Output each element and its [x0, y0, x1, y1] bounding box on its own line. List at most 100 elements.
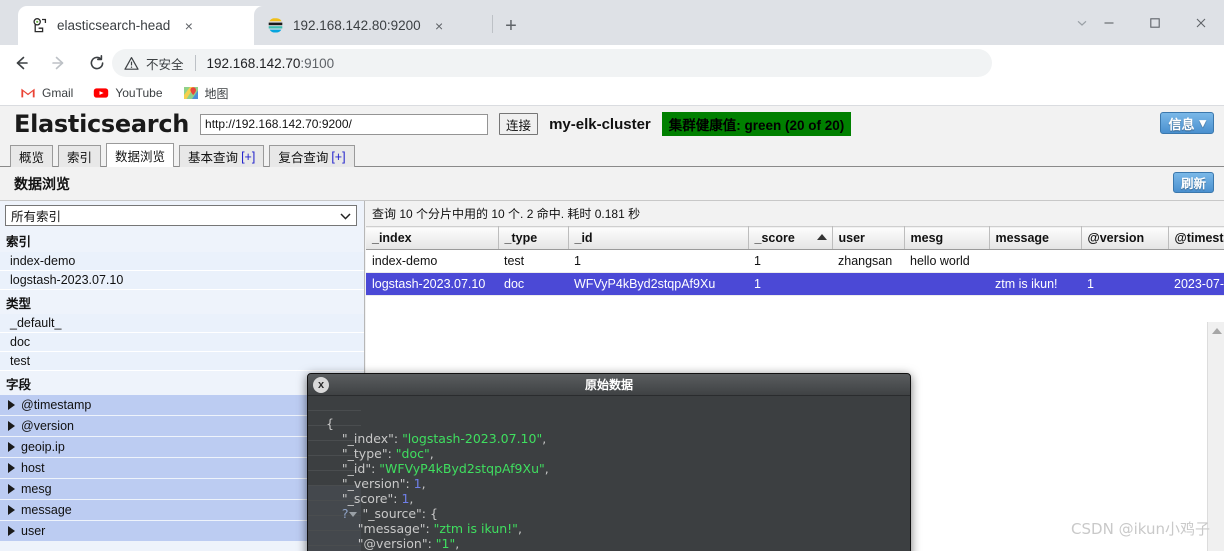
tab-label: 数据浏览 [115, 150, 166, 164]
browser-tab-0[interactable]: elasticsearch-head × [18, 6, 270, 45]
field-label: @version [21, 419, 74, 433]
bookmark-gmail[interactable]: Gmail [12, 83, 81, 103]
security-status-label: 不安全 [146, 57, 184, 72]
tab-separator [492, 15, 493, 33]
scroll-up-arrow-icon[interactable] [1208, 322, 1224, 339]
maximize-icon[interactable] [1132, 0, 1178, 45]
cell-type: doc [498, 272, 568, 296]
info-button-label: 信息 [1168, 116, 1195, 132]
close-icon[interactable] [1178, 0, 1224, 45]
cell-user [832, 272, 904, 296]
section-bar: 数据浏览 刷新 [0, 167, 1224, 201]
connect-button[interactable]: 连接 [499, 113, 539, 135]
col-header-index[interactable]: _index [366, 226, 499, 250]
bookmark-label-gmail: Gmail [42, 86, 74, 100]
elasticsearch-head-icon [31, 17, 48, 34]
expand-triangle-icon[interactable] [8, 463, 15, 473]
json-viewer[interactable]: { "_index": "logstash-2023.07.10", "_typ… [308, 416, 910, 551]
tab-label: 索引 [67, 151, 93, 165]
browser-tab-1[interactable]: 192.168.142.80:9200 × [254, 6, 492, 45]
json-line: "_version": 1, [341, 476, 426, 491]
close-icon[interactable]: x [313, 377, 329, 393]
index-select[interactable]: 所有索引 [5, 205, 357, 226]
back-arrow-icon[interactable] [4, 46, 38, 80]
table-row[interactable]: index-demo test 1 1 zhangsan hello world [366, 249, 1224, 273]
json-line: ? "_source": { [341, 506, 438, 521]
expand-triangle-icon[interactable] [8, 526, 15, 536]
dialog-title-bar[interactable]: x 原始数据 [308, 374, 910, 396]
cell-id: 1 [568, 249, 748, 273]
minimize-icon[interactable] [1086, 0, 1132, 45]
expand-triangle-icon[interactable] [8, 421, 15, 431]
warning-triangle-icon [124, 56, 139, 71]
refresh-button[interactable]: 刷新 [1172, 172, 1214, 193]
screenshot-root: elasticsearch-head × 192.168.142.80:9200… [0, 0, 1224, 551]
tab-basic-query[interactable]: 基本查询 [+] [179, 145, 265, 167]
elasticsearch-head-app: Elasticsearch http://192.168.142.70:9200… [0, 106, 1224, 551]
col-header-mesg[interactable]: mesg [904, 226, 990, 250]
col-header-id[interactable]: _id [568, 226, 749, 250]
sidebar-index-item[interactable]: logstash-2023.07.10 [0, 271, 364, 290]
field-label: host [21, 461, 45, 475]
tab-close-icon-1[interactable]: × [430, 16, 449, 35]
browser-tab-title-1: 192.168.142.80:9200 [293, 18, 421, 33]
col-header-timestamp[interactable]: @timestamp [1168, 226, 1224, 250]
expand-plus[interactable]: [+] [241, 150, 255, 164]
watermark: CSDN @ikun小鸡子 [1071, 520, 1210, 538]
new-tab-button[interactable]: + [497, 12, 525, 40]
tab-close-icon-0[interactable]: × [179, 16, 198, 35]
gutter-row [308, 396, 361, 411]
field-label: @timestamp [21, 398, 92, 412]
expand-triangle-icon[interactable] [8, 484, 15, 494]
results-table: _index _type _id _score user mesg messag… [366, 226, 1224, 296]
cell-score: 1 [748, 249, 832, 273]
sidebar-type-item[interactable]: test [0, 352, 364, 371]
bookmarks-bar: Gmail YouTube 地图 [0, 81, 1224, 106]
expand-triangle-icon[interactable] [8, 442, 15, 452]
tab-data-browse[interactable]: 数据浏览 [106, 143, 175, 167]
cluster-url-input[interactable]: http://192.168.142.70:9200/ [200, 113, 489, 135]
expand-plus[interactable]: [+] [331, 150, 345, 164]
cell-timestamp [1168, 249, 1224, 273]
gmail-icon [20, 85, 36, 101]
group-heading-types: 类型 [6, 297, 32, 311]
json-line: "_type": "doc", [341, 446, 434, 461]
sidebar-type-item[interactable]: doc [0, 333, 364, 352]
json-line: "_index": "logstash-2023.07.10", [341, 431, 547, 446]
expand-triangle-icon[interactable] [8, 400, 15, 410]
field-label: geoip.ip [21, 440, 65, 454]
youtube-icon [93, 85, 109, 101]
info-button[interactable]: 信息 ▾ [1160, 112, 1214, 134]
expand-triangle-icon[interactable] [8, 505, 15, 515]
json-line: "message": "ztm is ikun!", [357, 521, 522, 536]
tab-indices[interactable]: 索引 [58, 145, 102, 167]
tab-label: 概览 [19, 151, 45, 165]
sidebar-type-item[interactable]: _default_ [0, 314, 364, 333]
col-header-user[interactable]: user [832, 226, 905, 250]
tab-composite-query[interactable]: 复合查询 [+] [269, 145, 355, 167]
field-label: user [21, 524, 46, 538]
page-title: 数据浏览 [14, 175, 70, 192]
cell-score: 1 [748, 272, 832, 296]
address-bar[interactable]: 不安全 192.168.142.70:9100 [112, 49, 992, 77]
collapse-triangle-icon [348, 512, 357, 517]
col-header-message[interactable]: message [989, 226, 1082, 250]
col-header-version[interactable]: @version [1081, 226, 1169, 250]
sidebar-index-item[interactable]: index-demo [0, 252, 364, 271]
col-header-type[interactable]: _type [498, 226, 569, 250]
table-row[interactable]: logstash-2023.07.10 doc WFVyP4kByd2stqpA… [366, 272, 1224, 296]
chevron-down-icon [340, 209, 351, 223]
cell-index: logstash-2023.07.10 [366, 272, 498, 296]
app-header: Elasticsearch http://192.168.142.70:9200… [0, 106, 1224, 142]
results-vertical-scrollbar[interactable] [1207, 322, 1224, 551]
bookmark-label-youtube: YouTube [115, 86, 163, 100]
forward-arrow-icon[interactable] [42, 46, 76, 80]
table-header-row: _index _type _id _score user mesg messag… [366, 226, 1224, 250]
tab-overview[interactable]: 概览 [10, 145, 54, 167]
json-line: "_score": 1, [341, 491, 414, 506]
col-header-score[interactable]: _score [748, 226, 833, 250]
reload-icon[interactable] [80, 46, 114, 80]
cell-message [989, 249, 1081, 273]
bookmark-youtube[interactable]: YouTube [85, 83, 170, 103]
bookmark-maps[interactable]: 地图 [175, 83, 237, 104]
